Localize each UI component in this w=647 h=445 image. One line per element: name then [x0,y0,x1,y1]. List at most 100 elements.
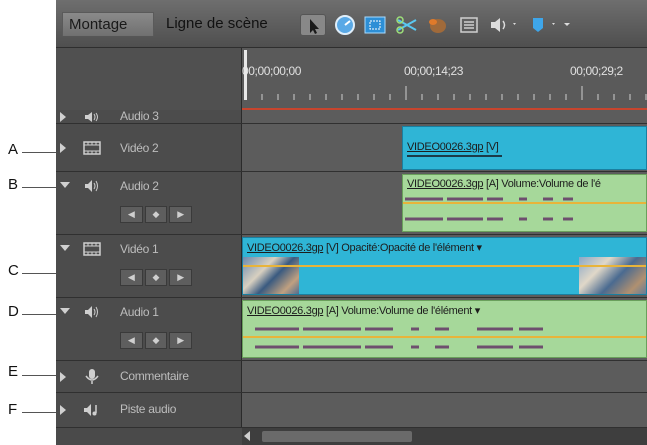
video-clip[interactable]: VIDEO0026.3gp [V] [402,126,647,170]
expand-icon[interactable] [60,112,66,122]
track-name: Audio 1 [120,305,159,319]
next-keyframe-button[interactable]: ▶ [169,332,193,349]
expand-icon[interactable] [60,405,66,415]
prev-keyframe-button[interactable]: ◀ [120,332,143,349]
callout-d: D [8,303,19,320]
clip-label: VIDEO0026.3gp [A] Volume:Volume de l'élé… [247,304,480,317]
microphone-icon [85,369,99,384]
tab-ligne-de-scene[interactable]: Ligne de scène [160,12,286,36]
next-keyframe-button[interactable]: ▶ [169,206,193,223]
time-stretch-icon[interactable] [332,14,358,36]
waveform [405,197,573,221]
clip-tag: [A] Volume:Volume de l'élément ▾ [323,305,480,317]
clip-tag: [A] Volume:Volume de l'é [483,178,601,190]
audio-clip[interactable]: VIDEO0026.3gp [A] Volume:Volume de l'élé… [242,300,647,358]
clip-underline [407,155,502,157]
track-video-2: Vidéo 2 VIDEO0026.3gp [V] [56,124,647,172]
tab-montage[interactable]: Montage [62,12,154,36]
track-audio-1: Audio 1 ◀ ◆ ▶ VIDEO0026.3gp [A] Volume:V… [56,298,647,361]
keyframe-controls: ◀ ◆ ▶ [120,269,193,286]
waveform [255,327,543,349]
track-header: Vidéo 1 ◀ ◆ ▶ [56,235,242,297]
track-audio-3: Audio 3 [56,109,647,124]
track-lane[interactable] [242,110,647,123]
track-header: Audio 3 [56,109,242,123]
track-lane[interactable] [242,393,647,427]
track-commentaire: Commentaire [56,361,647,393]
callout-f: F [8,401,18,418]
track-header: Piste audio [56,393,242,427]
clip-tag: [V] Opacité:Opacité de l'élément ▾ [323,242,482,254]
overflow-icon[interactable] [562,14,578,36]
callout-e: E [8,363,19,380]
scene-icon[interactable] [362,14,388,36]
selection-tool-icon[interactable] [300,14,326,36]
menu-icon[interactable] [456,14,482,36]
callout-c: C [8,262,19,279]
next-keyframe-button[interactable]: ▶ [169,269,193,286]
add-keyframe-button[interactable]: ◆ [144,332,168,349]
film-icon [83,242,101,256]
timeline-panel: Montage Ligne de scène 00;00;00;00 00;00… [56,0,647,445]
track-lane[interactable]: VIDEO0026.3gp [A] Volume:Volume de l'é [242,172,647,234]
film-icon [83,141,101,155]
track-name: Vidéo 2 [120,141,159,155]
audio-clip[interactable]: VIDEO0026.3gp [A] Volume:Volume de l'é [402,174,647,232]
ruler-ticks [245,86,647,100]
track-name: Audio 3 [120,109,159,123]
track-audio-2: Audio 2 ◀ ◆ ▶ VIDEO0026.3gp [A] Volume:V… [56,172,647,235]
scroll-left-icon[interactable] [244,431,250,441]
track-header: Audio 1 ◀ ◆ ▶ [56,298,242,360]
collapse-icon[interactable] [60,308,70,314]
time-ruler[interactable]: 00;00;00;00 00;00;14;23 00;00;29;2 [242,48,647,110]
track-name: Audio 2 [120,179,159,193]
prev-keyframe-button[interactable]: ◀ [120,269,143,286]
track-name: Piste audio [120,402,177,416]
prev-keyframe-button[interactable]: ◀ [120,206,143,223]
playhead[interactable] [244,50,247,100]
music-speaker-icon [84,404,97,416]
ruler-header [56,48,242,110]
add-keyframe-button[interactable]: ◆ [144,269,168,286]
add-keyframe-button[interactable]: ◆ [144,206,168,223]
speaker-icon [85,306,98,318]
clip-filename: VIDEO0026.3gp [407,178,484,190]
expand-icon[interactable] [60,372,66,382]
track-name: Commentaire [120,369,189,383]
marker-icon[interactable] [526,14,560,36]
track-lane[interactable]: VIDEO0026.3gp [V] Opacité:Opacité de l'é… [242,235,647,297]
clip-label: VIDEO0026.3gp [A] Volume:Volume de l'é [407,178,601,190]
clip-tag: [V] [483,141,499,153]
track-video-1: Vidéo 1 ◀ ◆ ▶ VIDEO0026.3gp [V] Opacité:… [56,235,647,298]
thumbnail-end [579,257,646,294]
clip-filename: VIDEO0026.3gp [247,305,324,317]
track-piste-audio: Piste audio [56,393,647,428]
thumbnail-start [243,257,299,294]
expand-icon[interactable] [60,143,66,153]
opacity-line[interactable] [243,265,646,267]
clip-label: VIDEO0026.3gp [V] [407,141,499,153]
clip-label: VIDEO0026.3gp [V] Opacité:Opacité de l'é… [247,241,482,254]
keyframe-controls: ◀ ◆ ▶ [120,206,193,223]
track-header: Commentaire [56,361,242,392]
speaker-icon [85,180,98,192]
track-header: Audio 2 ◀ ◆ ▶ [56,172,242,234]
callout-b: B [8,176,19,193]
track-lane[interactable]: VIDEO0026.3gp [V] [242,124,647,171]
split-icon[interactable] [394,14,420,36]
scrollbar-thumb[interactable] [262,431,412,442]
horizontal-scrollbar[interactable] [242,428,647,445]
keyframe-controls: ◀ ◆ ▶ [120,332,193,349]
smart-trim-icon[interactable] [424,14,450,36]
track-header: Vidéo 2 [56,124,242,171]
collapse-icon[interactable] [60,245,70,251]
track-lane[interactable] [242,361,647,392]
toolbar: Montage Ligne de scène [56,0,647,48]
video-clip[interactable]: VIDEO0026.3gp [V] Opacité:Opacité de l'é… [242,237,647,295]
track-lane[interactable]: VIDEO0026.3gp [A] Volume:Volume de l'élé… [242,298,647,360]
track-name: Vidéo 1 [120,242,159,256]
callout-a: A [8,141,19,158]
collapse-icon[interactable] [60,182,70,188]
clip-filename: VIDEO0026.3gp [407,141,484,153]
volume-icon[interactable] [486,14,520,36]
